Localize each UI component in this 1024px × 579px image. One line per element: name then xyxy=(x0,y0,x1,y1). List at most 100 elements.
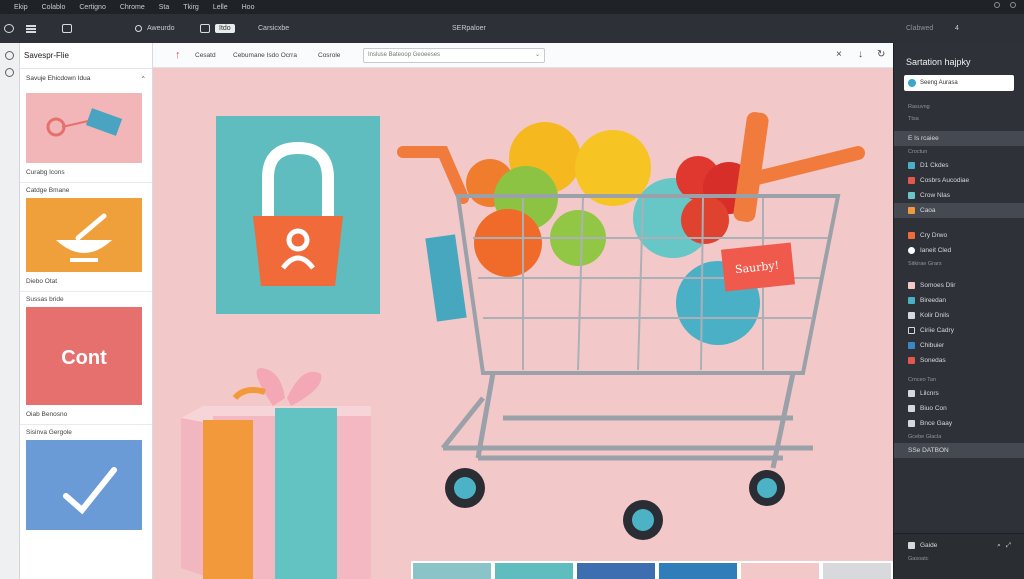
tab-label: Itdo xyxy=(215,24,235,33)
search-icon[interactable] xyxy=(5,51,14,60)
footer-row[interactable]: Gaide ⌕ ⤢ xyxy=(894,538,1024,553)
panel-item-highlight[interactable]: SSe DATBON xyxy=(894,443,1024,458)
panel-item[interactable]: Somoes Dlir xyxy=(894,278,1024,293)
panel-item[interactable]: Bireedan xyxy=(894,293,1024,308)
window-controls xyxy=(994,2,1016,8)
menu-item[interactable]: Sta xyxy=(159,4,170,11)
right-value[interactable]: 4 xyxy=(955,25,959,32)
color-swatch xyxy=(908,192,915,199)
menu-item[interactable]: Hoo xyxy=(242,4,255,11)
color-swatch xyxy=(908,312,915,319)
panel-item[interactable]: D1 Ckdes xyxy=(894,158,1024,173)
panel-item[interactable]: Gcebe Glacla xyxy=(894,431,1024,443)
asset-thumbnail-check[interactable] xyxy=(26,440,142,530)
menu-bar: Ekip Colablo Certigno Chrome Sta Tkirg L… xyxy=(0,0,1024,14)
panel-item[interactable]: Lilcnrs xyxy=(894,386,1024,401)
panel-item[interactable]: Cry Drwo xyxy=(894,228,1024,243)
zoom-icon[interactable]: ⌕ xyxy=(997,542,1001,550)
chevron-down-icon: ⌄ xyxy=(534,52,540,58)
asset-thumbnail-card[interactable] xyxy=(26,93,142,163)
panel-item-label: Cry Drwo xyxy=(920,232,948,239)
panel-item-label: Cosbrs Aucodiae xyxy=(920,177,970,184)
panel-footer: Gaide ⌕ ⤢ Gasoatc xyxy=(894,533,1024,579)
panel-item-label: D1 Ckdes xyxy=(920,162,949,169)
asset-caption: Sussas bride xyxy=(26,296,64,303)
secbar-item[interactable]: Cosrole xyxy=(318,52,340,59)
search-value: Seeng Aurasa xyxy=(920,80,958,86)
expand-icon[interactable]: ⤢ xyxy=(1006,542,1011,550)
menu-item[interactable]: Ekip xyxy=(14,4,28,11)
asset-thumbnail-logo[interactable]: Cont xyxy=(26,307,142,405)
panel-title: Savespr-Flie xyxy=(20,43,152,69)
settings-icon[interactable] xyxy=(5,68,14,77)
refresh-icon[interactable]: ↻ xyxy=(877,49,885,60)
panel-item-label: Ianeit Cled xyxy=(920,247,952,254)
secondary-toolbar: ↑ Cesatd Cebumane Isdo Ocrra Cosrole Ins… xyxy=(153,43,893,68)
panel-item-label: Ciriie Cadry xyxy=(920,327,954,334)
gift-box xyxy=(181,368,371,579)
color-swatch xyxy=(908,207,915,214)
panel-item-label: SSe DATBON xyxy=(908,447,949,454)
color-swatch xyxy=(908,405,915,412)
footer-sub: Gasoatc xyxy=(908,556,929,562)
panel-item[interactable]: Ianeit Cled xyxy=(894,243,1024,258)
menu-icon[interactable] xyxy=(26,24,36,33)
menu-item[interactable]: Lelle xyxy=(213,4,228,11)
image-icon[interactable] xyxy=(62,24,72,33)
close-icon[interactable] xyxy=(1010,2,1016,8)
arrow-down-icon[interactable]: ↓ xyxy=(858,49,863,60)
svg-text:Cont: Cont xyxy=(61,347,107,369)
color-swatch xyxy=(908,247,915,254)
panel-item[interactable]: Rasuvng xyxy=(894,101,1024,113)
panel-item[interactable]: Caoa xyxy=(894,203,1024,218)
panel-item[interactable]: Crow Nlas xyxy=(894,188,1024,203)
panel-item[interactable]: Bnce Gaay xyxy=(894,416,1024,431)
upload-icon[interactable]: ↑ xyxy=(175,49,181,61)
center-label[interactable]: Carsicxbe xyxy=(258,25,289,32)
tab-item[interactable]: Itdo xyxy=(200,24,235,33)
panel-item[interactable]: Ciriie Cadry xyxy=(894,323,1024,338)
panel-item-label: Chibuier xyxy=(920,342,945,349)
color-swatch xyxy=(908,297,915,304)
panel-item-label: Crow Nlas xyxy=(920,192,950,199)
app-logo-icon xyxy=(4,24,14,33)
panel-item-label: Caoa xyxy=(920,207,936,214)
mode-toggle[interactable]: Aweurdo xyxy=(135,25,175,32)
section-label: Croctun xyxy=(908,149,928,155)
menu-item[interactable]: Tkirg xyxy=(183,4,199,11)
panel-item-label: Bireedan xyxy=(920,297,947,304)
panel-item[interactable]: Cosbrs Aucodiae xyxy=(894,173,1024,188)
panel-item-label: Sonedas xyxy=(920,357,946,364)
collapse-icon[interactable]: ⌃ xyxy=(141,75,146,83)
panel-item-highlight[interactable]: E Is rcaiee xyxy=(894,131,1024,146)
color-swatch xyxy=(908,282,915,289)
close-icon[interactable]: × xyxy=(836,49,842,60)
panel-item[interactable]: Sitkirae Grars xyxy=(894,258,1024,270)
panel-item[interactable]: Biuo Con xyxy=(894,401,1024,416)
secbar-item[interactable]: Cesatd xyxy=(195,52,216,59)
menu-item[interactable]: Chrome xyxy=(120,4,145,11)
properties-panel: Sartation hajpky Seeng Aurasa Rasuvng Tt… xyxy=(893,43,1024,579)
middle-label[interactable]: SERpaloer xyxy=(452,25,486,32)
canvas-artwork xyxy=(181,112,893,579)
color-swatch xyxy=(908,390,915,397)
search-input[interactable]: Insluse Bateoop Geoeeses ⌄ xyxy=(363,48,545,63)
right-label[interactable]: Clabwed xyxy=(906,25,933,32)
asset-caption: Curabg Icons xyxy=(20,163,152,183)
menu-item[interactable]: Certigno xyxy=(79,4,105,11)
minimize-icon[interactable] xyxy=(994,2,1000,8)
panel-subtitle: Savuje Ehicdown Idua xyxy=(26,75,91,82)
panel-item[interactable]: Ttsa xyxy=(894,113,1024,125)
panel-item-label: Lilcnrs xyxy=(920,390,939,397)
menu-item[interactable]: Colablo xyxy=(42,4,66,11)
search-icon xyxy=(908,79,916,87)
search-input[interactable]: Seeng Aurasa xyxy=(904,75,1014,91)
asset-caption: Sisinva Gergole xyxy=(26,429,72,436)
panel-item[interactable]: Sonedas xyxy=(894,353,1024,368)
asset-thumbnail-bowl[interactable] xyxy=(26,198,142,272)
panel-item[interactable]: Kolir Dnils xyxy=(894,308,1024,323)
design-canvas[interactable]: Saurby! xyxy=(153,68,893,579)
panel-item[interactable]: Chibuier xyxy=(894,338,1024,353)
secbar-item[interactable]: Cebumane Isdo Ocrra xyxy=(233,52,297,59)
color-swatch xyxy=(908,232,915,239)
